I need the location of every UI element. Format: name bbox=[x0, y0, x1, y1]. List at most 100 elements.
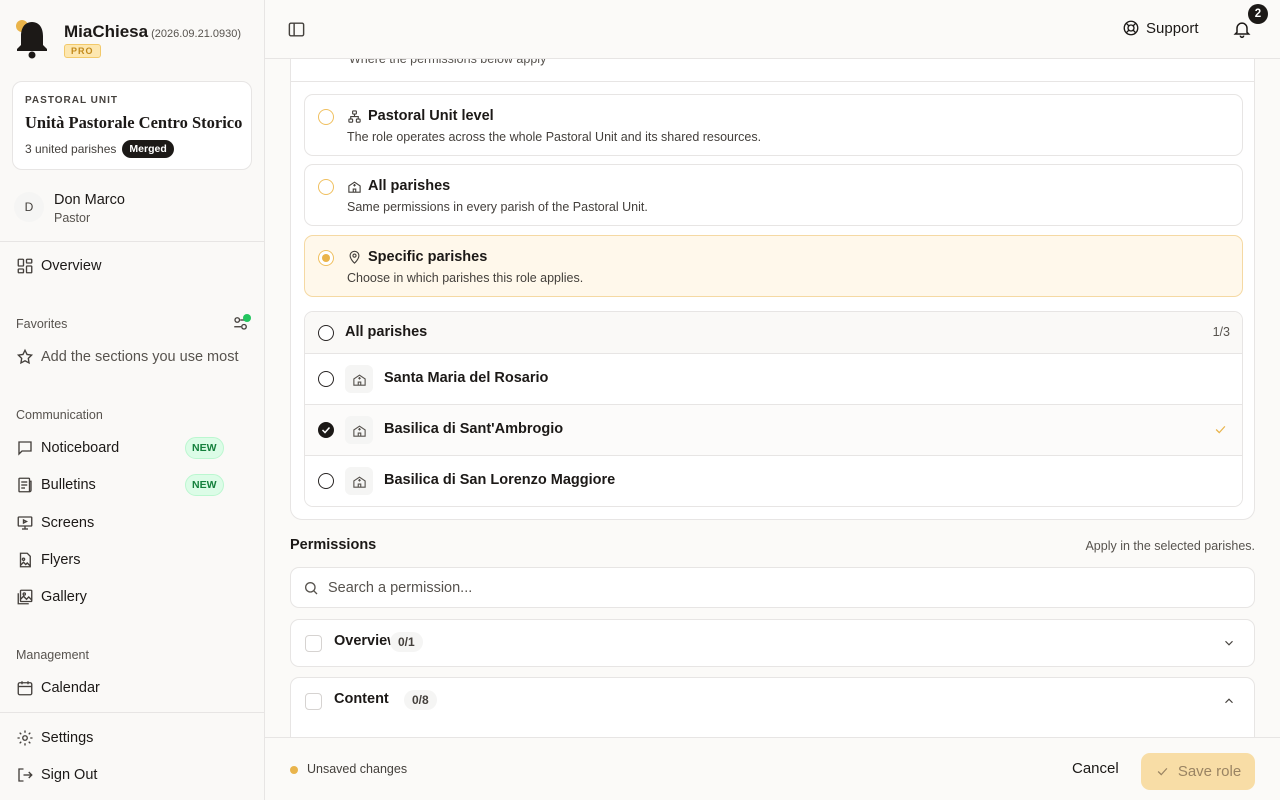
favorites-label: Favorites bbox=[16, 317, 68, 331]
scope-option-desc: Same permissions in every parish of the … bbox=[347, 200, 648, 214]
divider bbox=[291, 81, 1254, 82]
scope-option-pastoral-unit[interactable]: Pastoral Unit level The role operates ac… bbox=[304, 94, 1243, 156]
parish-selected-count: 1/3 bbox=[1212, 325, 1230, 339]
bell-icon[interactable] bbox=[1232, 19, 1252, 39]
group-checkbox[interactable] bbox=[305, 693, 322, 710]
scope-option-desc: The role operates across the whole Pasto… bbox=[347, 130, 762, 144]
file-image-icon bbox=[19, 552, 31, 568]
sidebar-item-bulletins[interactable]: Bulletins NEW bbox=[16, 471, 248, 499]
sidebar-item-screens[interactable]: Screens bbox=[16, 509, 248, 537]
images-icon bbox=[17, 589, 33, 605]
group-title: Content bbox=[334, 691, 389, 707]
parish-radio-checked[interactable] bbox=[318, 422, 334, 438]
scope-card: Where the permissions below apply Pastor… bbox=[290, 20, 1255, 520]
scope-option-title: Pastoral Unit level bbox=[368, 108, 494, 124]
support-label: Support bbox=[1146, 19, 1199, 37]
scope-radio[interactable] bbox=[318, 179, 334, 195]
user-profile[interactable]: D Don Marco Pastor bbox=[14, 192, 125, 225]
brand[interactable]: MiaChiesa (2026.09.21.0930) PRO bbox=[14, 18, 241, 60]
sidebar-item-overview[interactable]: Overview bbox=[16, 252, 248, 280]
save-role-button[interactable]: Save role bbox=[1141, 753, 1255, 790]
scope-option-desc: Choose in which parishes this role appli… bbox=[347, 271, 584, 285]
scope-radio[interactable] bbox=[318, 109, 334, 125]
user-name: Don Marco bbox=[54, 192, 125, 208]
search-icon bbox=[305, 582, 318, 595]
scope-option-all-parishes[interactable]: All parishes Same permissions in every p… bbox=[304, 164, 1243, 226]
group-count-badge: 0/8 bbox=[404, 690, 437, 710]
parish-radio[interactable] bbox=[318, 371, 334, 387]
scope-option-title: Specific parishes bbox=[368, 249, 488, 265]
parish-name: Basilica di San Lorenzo Maggiore bbox=[384, 472, 616, 488]
sidebar-item-calendar[interactable]: Calendar bbox=[16, 674, 248, 702]
app-version: (2026.09.21.0930) bbox=[151, 28, 242, 40]
management-label: Management bbox=[16, 648, 89, 662]
topbar: Support 2 bbox=[265, 0, 1280, 59]
gear-icon bbox=[17, 730, 33, 746]
unsaved-dot bbox=[290, 766, 298, 774]
life-buoy-icon bbox=[1123, 20, 1139, 36]
divider bbox=[0, 712, 264, 713]
check-icon bbox=[1157, 767, 1168, 776]
app-name: MiaChiesa (2026.09.21.0930) bbox=[64, 22, 242, 41]
online-dot bbox=[243, 314, 251, 322]
monitor-icon bbox=[17, 516, 33, 530]
new-badge: NEW bbox=[185, 474, 224, 496]
permissions-title: Permissions bbox=[290, 537, 377, 553]
church-icon bbox=[345, 467, 373, 495]
permission-search[interactable] bbox=[290, 567, 1255, 608]
chevron-up-icon[interactable] bbox=[1222, 694, 1236, 708]
support-button[interactable]: Support bbox=[1122, 19, 1199, 37]
communication-label: Communication bbox=[16, 408, 103, 422]
scope-option-specific-parishes[interactable]: Specific parishes Choose in which parish… bbox=[304, 235, 1243, 297]
unit-subtitle: 3 united parishes Merged bbox=[25, 140, 174, 158]
parish-radio[interactable] bbox=[318, 473, 334, 489]
map-pin-icon bbox=[349, 250, 360, 264]
group-title: Overview bbox=[334, 633, 399, 649]
unsaved-status: Unsaved changes bbox=[307, 762, 408, 776]
favorites-hint[interactable]: Add the sections you use most bbox=[16, 343, 248, 371]
bell-logo-icon bbox=[16, 20, 47, 59]
church-icon bbox=[348, 181, 361, 193]
divider bbox=[0, 241, 264, 242]
unit-parish-count: 3 united parishes bbox=[25, 142, 117, 156]
parish-row[interactable]: Basilica di Sant'Ambrogio bbox=[305, 405, 1242, 456]
sidebar-item-label: Flyers bbox=[41, 552, 81, 568]
star-icon bbox=[16, 348, 34, 365]
select-all-radio[interactable] bbox=[318, 325, 334, 341]
parish-list: All parishes 1/3 Santa Maria del Rosario… bbox=[304, 311, 1243, 507]
parish-name: Santa Maria del Rosario bbox=[384, 370, 549, 386]
calendar-icon bbox=[17, 681, 33, 696]
group-count-badge: 0/1 bbox=[390, 632, 423, 652]
church-icon bbox=[345, 365, 373, 393]
merged-badge: Merged bbox=[122, 140, 174, 158]
parish-row[interactable]: Santa Maria del Rosario bbox=[305, 354, 1242, 405]
scope-radio-selected[interactable] bbox=[318, 250, 334, 266]
church-icon bbox=[345, 416, 373, 444]
save-role-label: Save role bbox=[1177, 763, 1242, 780]
sidebar-item-sign-out[interactable]: Sign Out bbox=[16, 761, 248, 789]
sidebar-item-flyers[interactable]: Flyers bbox=[16, 546, 248, 574]
log-out-icon bbox=[18, 768, 33, 782]
new-badge: NEW bbox=[185, 437, 224, 459]
avatar: D bbox=[14, 192, 44, 222]
search-input[interactable] bbox=[328, 576, 1228, 600]
parish-row[interactable]: Basilica di San Lorenzo Maggiore bbox=[305, 456, 1242, 506]
parish-list-header[interactable]: All parishes 1/3 bbox=[305, 312, 1242, 354]
sidebar-item-label: Sign Out bbox=[41, 767, 98, 783]
parish-name: Basilica di Sant'Ambrogio bbox=[384, 421, 564, 437]
cancel-button[interactable]: Cancel bbox=[1072, 760, 1119, 777]
group-checkbox[interactable] bbox=[305, 635, 322, 652]
sidebar-item-noticeboard[interactable]: Noticeboard NEW bbox=[16, 434, 248, 462]
check-icon bbox=[1215, 425, 1226, 434]
permission-group-overview[interactable]: Overview 0/1 bbox=[290, 619, 1255, 667]
sidebar-item-label: Gallery bbox=[41, 589, 87, 605]
sidebar-item-settings[interactable]: Settings bbox=[16, 724, 248, 752]
sidebar-item-gallery[interactable]: Gallery bbox=[16, 583, 248, 611]
chevron-down-icon[interactable] bbox=[1222, 636, 1236, 650]
unit-eyebrow: PASTORAL UNIT bbox=[25, 95, 119, 106]
sidebar-item-label: Settings bbox=[41, 730, 94, 746]
pastoral-unit-card[interactable]: PASTORAL UNIT Unità Pastorale Centro Sto… bbox=[12, 81, 252, 170]
footer-bar: Unsaved changes Cancel Save role bbox=[265, 737, 1280, 800]
sidebar-toggle-icon[interactable] bbox=[287, 20, 306, 39]
sidebar-item-label: Bulletins bbox=[41, 477, 96, 493]
